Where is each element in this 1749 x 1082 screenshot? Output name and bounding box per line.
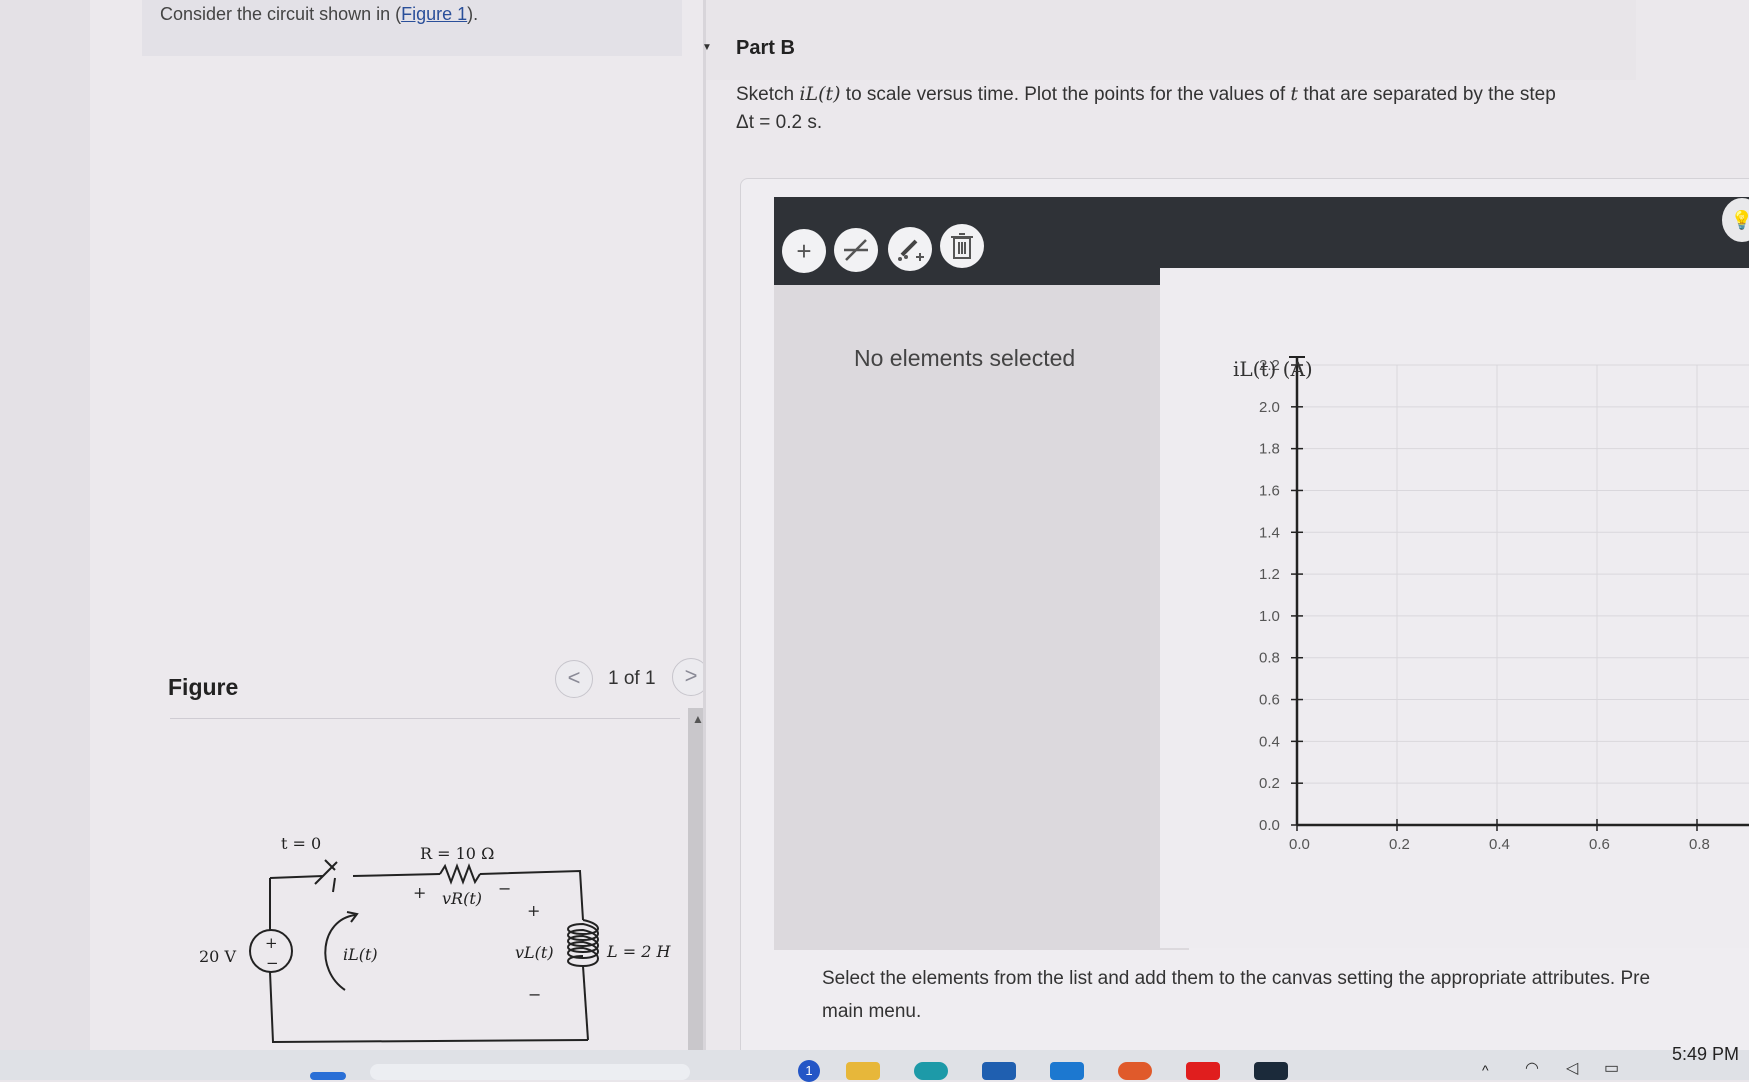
vr-plus: + bbox=[413, 883, 426, 902]
wire-bottom bbox=[269, 971, 589, 1044]
y-tick-label: 0.0 bbox=[1259, 817, 1280, 834]
prompt-part-b: to scale versus time. Plot the points fo… bbox=[840, 84, 1291, 105]
instructions-line-1: Select the elements from the list and ad… bbox=[822, 968, 1651, 989]
current-vs-time-chart[interactable]: 0.0 0.2 0.4 0.6 0.8 0.0 0.2 0.4 0.6 0.8 1.0 1.2 1.4 1… bbox=[1160, 340, 1749, 880]
previous-figure-button[interactable]: < bbox=[555, 660, 593, 698]
prompt-part-c: that are separated by the step bbox=[1298, 84, 1556, 105]
switch-arrow bbox=[332, 877, 336, 893]
taskbar-search-box[interactable] bbox=[370, 1064, 690, 1080]
y-tick-label: 0.6 bbox=[1259, 692, 1280, 709]
wire-right-bottom bbox=[582, 965, 589, 1041]
figure-title: Figure bbox=[168, 674, 239, 700]
trash-icon[interactable] bbox=[940, 224, 984, 268]
left-margin-strip bbox=[0, 0, 90, 1050]
wire-to-switch bbox=[269, 875, 324, 879]
y-tick-label: 1.2 bbox=[1259, 566, 1280, 583]
y-tick-label: 1.0 bbox=[1259, 608, 1280, 625]
volume-icon[interactable]: ◁ bbox=[1566, 1058, 1578, 1078]
x-tick-label: 0.6 bbox=[1589, 836, 1610, 853]
figure-page-count: 1 of 1 bbox=[608, 668, 656, 689]
vl-plus: + bbox=[527, 901, 540, 920]
prompt-step: Δt = 0.2 s. bbox=[736, 112, 823, 133]
y-tick-label: 1.6 bbox=[1259, 482, 1280, 499]
notification-badge: 1 bbox=[798, 1060, 820, 1082]
y-tick-label: 0.8 bbox=[1259, 650, 1280, 667]
y-axis-label: iL(t) (A) bbox=[1233, 357, 1313, 381]
intro-suffix: ). bbox=[467, 4, 479, 24]
part-title: Part B bbox=[736, 37, 795, 59]
wifi-icon[interactable]: ◠ bbox=[1525, 1058, 1539, 1078]
current-label: iL(t) bbox=[343, 945, 378, 964]
vl-minus: − bbox=[528, 985, 541, 1004]
collapse-caret-icon[interactable]: ▼ bbox=[702, 42, 712, 53]
figure-divider bbox=[170, 718, 680, 719]
prompt-symbol: iL(t) bbox=[799, 83, 841, 105]
battery-icon[interactable]: ▭ bbox=[1604, 1058, 1619, 1078]
x-tick-label: 0.4 bbox=[1489, 836, 1510, 853]
y-tick-label: 2.0 bbox=[1259, 399, 1280, 416]
y-tick-label: 0.4 bbox=[1259, 733, 1280, 750]
figure-link[interactable]: Figure 1 bbox=[401, 4, 467, 24]
taskbar-clock[interactable]: 5:49 PM bbox=[1672, 1044, 1739, 1065]
start-menu-icon[interactable] bbox=[310, 1072, 346, 1080]
y-tick-label: 0.2 bbox=[1259, 775, 1280, 792]
file-explorer-icon[interactable] bbox=[846, 1062, 880, 1080]
intro-text: Consider the circuit shown in (Figure 1)… bbox=[160, 4, 478, 25]
prompt-t: t bbox=[1290, 83, 1299, 105]
line-slash-icon[interactable] bbox=[834, 228, 878, 272]
no-elements-message: No elements selected bbox=[854, 345, 1076, 371]
point-plus-icon[interactable] bbox=[888, 227, 932, 271]
vr-minus: − bbox=[498, 879, 511, 898]
brave-browser-icon[interactable] bbox=[1118, 1062, 1152, 1080]
element-sidebar bbox=[774, 285, 1189, 950]
prompt-part-a: Sketch bbox=[736, 84, 800, 105]
mail-icon[interactable] bbox=[1050, 1062, 1084, 1080]
circuit-diagram: t = 0 R = 10 Ω + vR(t) − + vL(t) − 20 V … bbox=[199, 834, 671, 1044]
x-tick-label: 0.8 bbox=[1689, 836, 1710, 853]
chevron-up-icon[interactable]: ^ bbox=[1482, 1062, 1489, 1078]
inductor-coil bbox=[567, 919, 599, 968]
source-plus: + bbox=[265, 934, 278, 952]
part-header-bar bbox=[706, 0, 1636, 80]
edge-browser-icon[interactable] bbox=[914, 1062, 948, 1080]
resistor-zigzag bbox=[439, 863, 481, 885]
instructions-text: Select the elements from the list and ad… bbox=[822, 962, 1749, 1028]
x-tick-label: 0.2 bbox=[1389, 836, 1410, 853]
vl-label: vL(t) bbox=[515, 943, 554, 962]
question-prompt: Sketch iL(t) to scale versus time. Plot … bbox=[736, 80, 1636, 137]
inductor-label: L = 2 H bbox=[606, 942, 671, 961]
vr-label: vR(t) bbox=[442, 889, 482, 908]
x-tick-label: 0.0 bbox=[1289, 836, 1310, 853]
source-minus: − bbox=[266, 954, 279, 972]
app-icon[interactable] bbox=[1254, 1062, 1288, 1080]
y-tick-label: 1.4 bbox=[1259, 524, 1280, 541]
resistor-label: R = 10 Ω bbox=[420, 844, 494, 863]
y-tick-label: 1.8 bbox=[1259, 441, 1280, 458]
instructions-line-2: main menu. bbox=[822, 1001, 922, 1022]
switch-label: t = 0 bbox=[281, 834, 321, 853]
youtube-icon[interactable] bbox=[1186, 1062, 1220, 1080]
plus-icon[interactable]: + bbox=[782, 229, 826, 273]
source-label: 20 V bbox=[199, 947, 236, 966]
wire-top-left bbox=[352, 873, 441, 877]
intro-prefix: Consider the circuit shown in ( bbox=[160, 4, 402, 24]
store-icon[interactable] bbox=[982, 1062, 1016, 1080]
